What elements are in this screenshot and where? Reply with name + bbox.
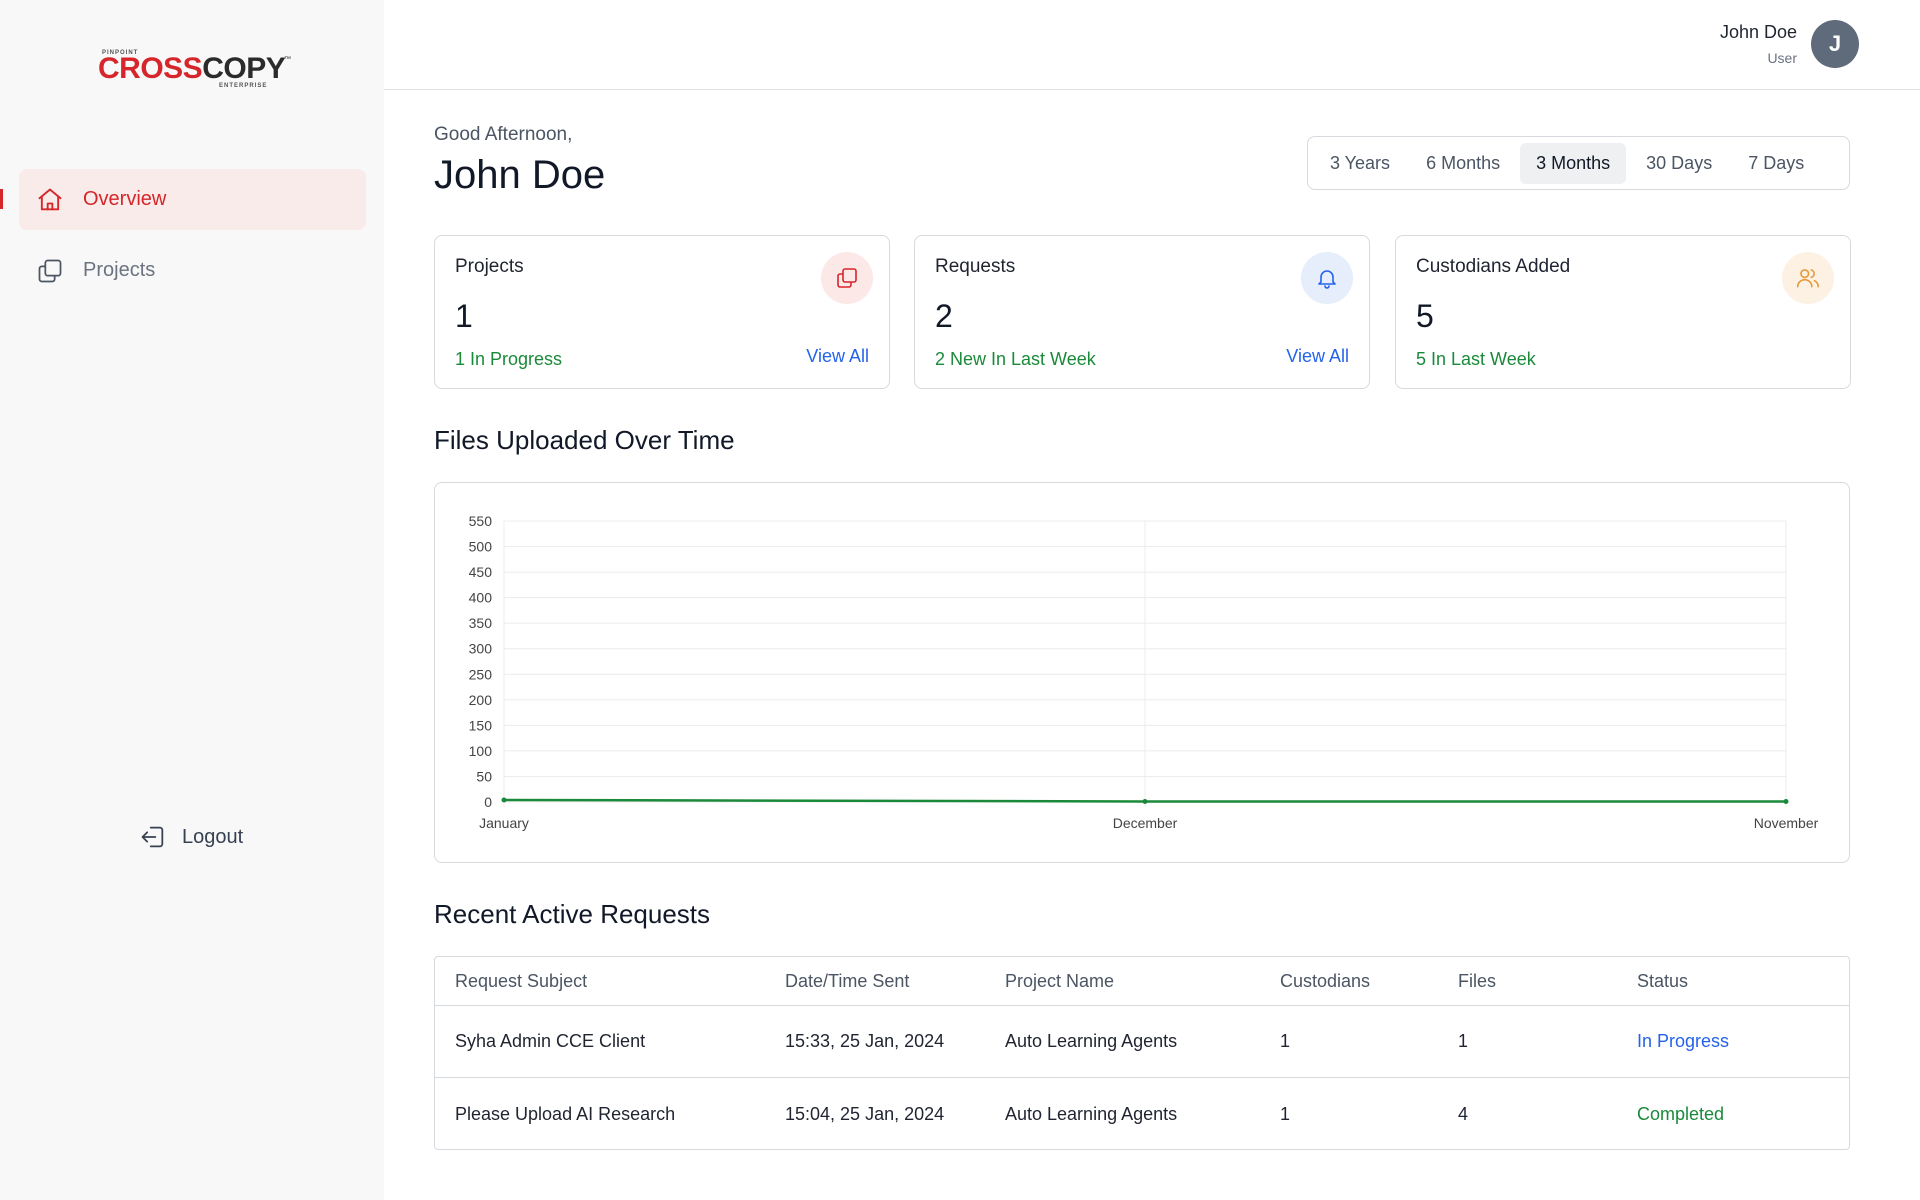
date-time-sent: 15:04, 25 Jan, 2024: [785, 1103, 945, 1124]
status-badge: Completed: [1637, 1103, 1725, 1124]
sidebar-item-label: Projects: [83, 259, 156, 281]
sidebar-item-projects[interactable]: Projects: [19, 240, 366, 301]
page-title: John Doe: [434, 153, 606, 197]
x-tick-label: November: [1754, 815, 1819, 831]
y-tick-label: 100: [469, 743, 493, 759]
trademark: ™: [284, 56, 291, 63]
card-subtext: 1 In Progress: [455, 349, 563, 369]
chart-section-title: Files Uploaded Over Time: [434, 425, 735, 455]
date-time-sent: 15:33, 25 Jan, 2024: [785, 1031, 945, 1051]
card-title: Requests: [935, 256, 1016, 277]
sidebar-item-label: Overview: [83, 188, 167, 210]
column-header[interactable]: Files: [1458, 971, 1496, 992]
line-chart: 0 50 100 150 200 250 300 350 400 450 500 550 January…: [469, 513, 1819, 831]
brand-name-red: CROSS: [98, 52, 203, 85]
brand-logo[interactable]: PINPOINT CROSSCOPY ™ ENTERPRISE: [98, 50, 291, 90]
period-option-6-months[interactable]: 6 Months: [1410, 143, 1516, 184]
table-header-row: Request Subject Date/Time Sent Project N…: [435, 957, 1849, 1006]
files-count: 4: [1458, 1103, 1469, 1124]
files-uploaded-chart: 0 50 100 150 200 250 300 350 400 450 500 550 January…: [434, 482, 1850, 863]
request-subject: Syha Admin CCE Client: [455, 1031, 646, 1051]
y-tick-label: 0: [484, 794, 492, 810]
avatar[interactable]: J: [1811, 20, 1859, 68]
column-header[interactable]: Date/Time Sent: [785, 971, 909, 992]
period-option-3-months[interactable]: 3 Months: [1520, 142, 1627, 184]
x-tick-label: December: [1113, 815, 1178, 831]
y-tick-label: 500: [469, 539, 493, 555]
user-role: User: [1767, 50, 1797, 66]
users-icon: [1782, 252, 1834, 304]
greeting-text: Good Afternoon,: [434, 124, 573, 145]
y-tick-label: 550: [469, 513, 493, 529]
project-name: Auto Learning Agents: [1005, 1031, 1178, 1051]
period-selector: 3 Years 6 Months 3 Months 30 Days 7 Days: [1307, 136, 1850, 190]
period-option-3-years[interactable]: 3 Years: [1314, 143, 1406, 184]
requests-card: Requests 2 2 New In Last Week View All: [914, 235, 1370, 389]
table-row[interactable]: Syha Admin CCE Client 15:33, 25 Jan, 202…: [435, 1006, 1849, 1078]
x-tick-label: January: [479, 815, 529, 831]
data-point: [501, 797, 507, 803]
column-header[interactable]: Project Name: [1005, 971, 1114, 992]
y-tick-label: 150: [469, 717, 493, 733]
top-header: John Doe User J: [384, 0, 1920, 90]
sidebar-item-overview[interactable]: Overview: [19, 169, 366, 230]
table-row[interactable]: Please Upload AI Research 15:04, 25 Jan,…: [435, 1078, 1849, 1149]
y-tick-label: 350: [469, 615, 493, 631]
brand-name-dark: COPY: [202, 52, 286, 85]
custodians-count: 1: [1280, 1103, 1291, 1124]
bell-icon: [1301, 252, 1353, 304]
logout-icon: [138, 822, 168, 852]
column-header[interactable]: Custodians: [1280, 971, 1370, 992]
brand-name: CROSSCOPY: [98, 52, 286, 85]
logout-button[interactable]: Logout: [138, 822, 243, 852]
view-all-projects-link[interactable]: View All: [806, 346, 869, 367]
period-option-30-days[interactable]: 30 Days: [1630, 143, 1728, 184]
y-tick-label: 50: [476, 768, 492, 784]
brand-bottom-text: ENTERPRISE: [219, 83, 268, 89]
request-subject: Please Upload AI Research: [455, 1103, 676, 1124]
data-point: [1142, 798, 1148, 804]
period-option-7-days[interactable]: 7 Days: [1732, 143, 1820, 184]
card-value: 1: [455, 298, 473, 334]
files-count: 1: [1458, 1031, 1469, 1051]
y-tick-label: 400: [469, 590, 493, 606]
projects-card: Projects 1 1 In Progress View All: [434, 235, 890, 389]
sidebar: PINPOINT CROSSCOPY ™ ENTERPRISE Overview…: [0, 0, 384, 1200]
custodians-count: 1: [1280, 1031, 1291, 1051]
card-value: 5: [1416, 298, 1434, 334]
home-icon: [35, 185, 65, 215]
column-header[interactable]: Request Subject: [455, 971, 587, 992]
y-tick-label: 450: [469, 564, 493, 580]
card-subtext: 2 New In Last Week: [935, 349, 1096, 369]
custodians-card: Custodians Added 5 5 In Last Week: [1395, 235, 1851, 389]
y-tick-label: 300: [469, 641, 493, 657]
data-point: [1783, 798, 1789, 804]
card-title: Projects: [455, 256, 524, 277]
recent-requests-table: Request Subject Date/Time Sent Project N…: [434, 956, 1850, 1150]
y-tick-label: 200: [469, 692, 493, 708]
card-subtext: 5 In Last Week: [1416, 349, 1536, 369]
copy-icon: [35, 256, 65, 286]
copy-icon: [821, 252, 873, 304]
logout-label: Logout: [182, 825, 244, 848]
project-name: Auto Learning Agents: [1005, 1103, 1178, 1124]
card-title: Custodians Added: [1416, 256, 1571, 277]
view-all-requests-link[interactable]: View All: [1286, 346, 1349, 367]
table-section-title: Recent Active Requests: [434, 899, 711, 929]
status-badge[interactable]: In Progress: [1637, 1031, 1729, 1052]
y-tick-label: 250: [469, 666, 493, 682]
active-nav-indicator: [0, 189, 3, 209]
card-value: 2: [935, 298, 953, 334]
user-name: John Doe: [1719, 22, 1797, 42]
column-header[interactable]: Status: [1637, 971, 1688, 992]
